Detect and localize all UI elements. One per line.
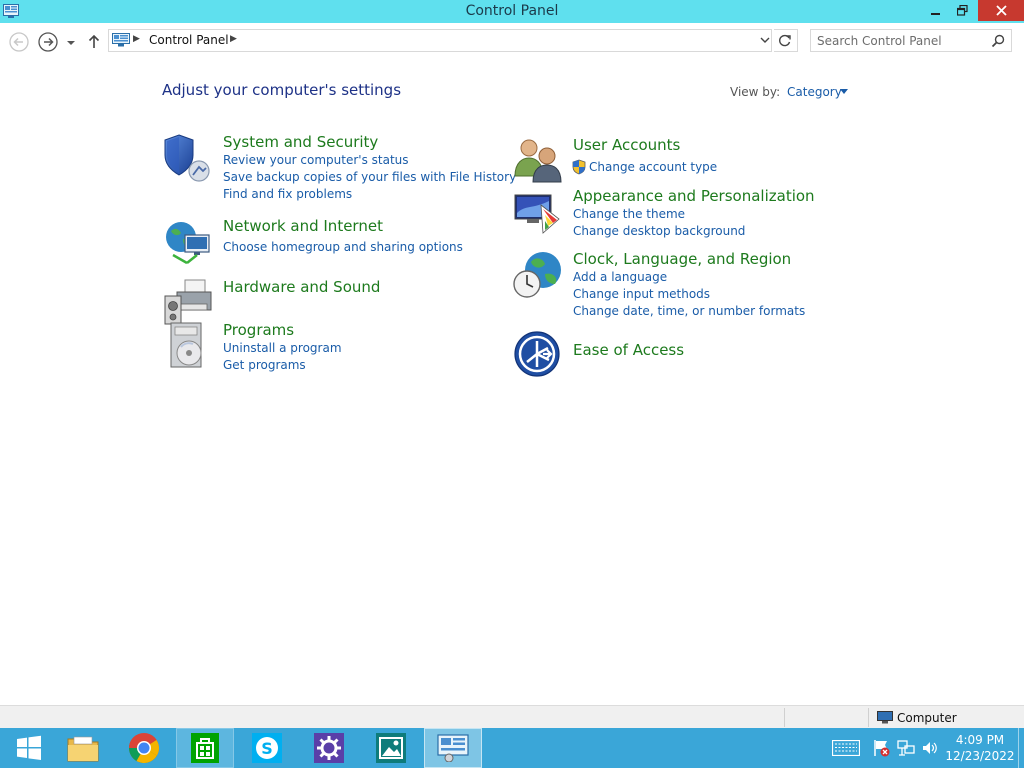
clock-date: 12/23/2022 — [945, 749, 1015, 763]
status-divider — [784, 708, 785, 727]
refresh-button[interactable] — [774, 29, 798, 52]
file-explorer-icon — [67, 736, 99, 762]
search-input[interactable] — [817, 33, 987, 49]
view-by-label: View by: — [730, 85, 781, 99]
clock-time: 4:09 PM — [955, 733, 1005, 747]
close-button[interactable] — [978, 0, 1024, 21]
category-network-and-internet: Network and Internet Choose homegroup an… — [163, 217, 493, 267]
monitor-palette-icon — [514, 194, 560, 234]
category-title[interactable]: Programs — [223, 321, 294, 339]
status-location-label: Computer — [897, 711, 957, 725]
store-icon — [191, 733, 219, 763]
taskbar-skype[interactable]: S — [238, 728, 296, 768]
navigation-bar: ▶ Control Panel ▶ — [0, 23, 1024, 59]
title-bar[interactable]: Control Panel — [0, 0, 1024, 23]
category-title[interactable]: Hardware and Sound — [223, 278, 380, 296]
link-review-status[interactable]: Review your computer's status — [223, 153, 409, 167]
taskbar-clock[interactable]: 4:09 PM 12/23/2022 — [940, 732, 1020, 764]
link-file-history[interactable]: Save backup copies of your files with Fi… — [223, 170, 516, 184]
taskbar-photos[interactable] — [362, 728, 420, 768]
action-center-tray[interactable] — [872, 728, 892, 768]
back-icon[interactable] — [8, 31, 30, 53]
touch-keyboard-button[interactable] — [830, 728, 862, 768]
category-title[interactable]: System and Security — [223, 133, 378, 151]
category-clock-language-region: Clock, Language, and Region Add a langua… — [513, 250, 843, 325]
recent-locations-chevron-icon[interactable] — [64, 31, 78, 53]
action-center-flag-icon — [874, 740, 890, 757]
link-change-desktop-background[interactable]: Change desktop background — [573, 224, 745, 238]
link-find-fix-problems[interactable]: Find and fix problems — [223, 187, 352, 201]
taskbar-file-explorer[interactable] — [54, 728, 112, 768]
control-panel-breadcrumb-icon — [112, 33, 130, 47]
users-icon — [514, 139, 562, 183]
network-tray-icon — [897, 740, 915, 756]
start-icon — [17, 735, 41, 760]
link-add-language[interactable]: Add a language — [573, 270, 667, 284]
view-by-dropdown[interactable]: Category — [787, 85, 842, 99]
refresh-icon — [779, 34, 791, 47]
close-icon — [995, 5, 1007, 16]
category-appearance-personalization: Appearance and Personalization Change th… — [513, 187, 843, 242]
link-change-date-time-formats[interactable]: Change date, time, or number formats — [573, 304, 805, 318]
keyboard-icon — [832, 740, 860, 756]
computer-icon — [877, 711, 893, 724]
clock-globe-icon — [513, 252, 561, 298]
category-title[interactable]: Ease of Access — [573, 341, 684, 359]
taskbar-chrome[interactable] — [115, 728, 173, 768]
ease-of-access-icon — [514, 331, 560, 377]
control-panel-icon — [437, 734, 469, 762]
link-change-theme[interactable]: Change the theme — [573, 207, 685, 221]
status-divider — [868, 708, 869, 727]
start-button[interactable] — [0, 728, 58, 768]
taskbar-control-panel[interactable] — [424, 728, 482, 768]
network-tray[interactable] — [896, 728, 916, 768]
minimize-icon — [931, 12, 940, 15]
category-programs: Programs Uninstall a program Get program… — [163, 321, 493, 372]
speaker-icon — [923, 742, 937, 754]
restore-button[interactable] — [946, 0, 978, 21]
taskbar-store[interactable] — [176, 728, 234, 768]
show-desktop-button[interactable] — [1018, 728, 1024, 768]
link-get-programs[interactable]: Get programs — [223, 358, 306, 372]
view-by-caret-icon[interactable] — [840, 89, 848, 94]
settings-app-icon — [314, 733, 344, 763]
photos-icon — [376, 733, 406, 763]
window-title: Control Panel — [465, 3, 559, 19]
category-title[interactable]: User Accounts — [573, 136, 680, 154]
breadcrumb-separator-icon[interactable]: ▶ — [133, 34, 140, 44]
category-title[interactable]: Appearance and Personalization — [573, 187, 815, 205]
status-bar: Computer — [0, 705, 1024, 728]
category-user-accounts: User Accounts Change account type — [513, 136, 843, 186]
up-arrow-icon[interactable] — [85, 31, 103, 53]
category-title[interactable]: Clock, Language, and Region — [573, 250, 791, 268]
address-dropdown-icon[interactable] — [759, 32, 771, 49]
link-uninstall-program[interactable]: Uninstall a program — [223, 341, 342, 355]
category-ease-of-access: Ease of Access — [513, 330, 843, 380]
taskbar: S 4:09 PM 12/23/2022 — [0, 728, 1024, 768]
restore-icon — [956, 5, 968, 16]
programs-disc-icon — [170, 322, 202, 368]
search-icon[interactable] — [991, 34, 1005, 48]
forward-icon[interactable] — [37, 31, 59, 53]
link-change-account-type[interactable]: Change account type — [589, 160, 717, 174]
skype-icon: S — [252, 733, 282, 763]
svg-text:S: S — [261, 739, 273, 758]
link-change-input-methods[interactable]: Change input methods — [573, 287, 710, 301]
network-globe-icon — [166, 222, 210, 265]
page-heading: Adjust your computer's settings — [162, 81, 402, 99]
search-box[interactable] — [810, 29, 1012, 52]
chrome-icon — [129, 733, 160, 764]
breadcrumb-control-panel[interactable]: Control Panel — [149, 33, 229, 47]
breadcrumb-separator-icon[interactable]: ▶ — [230, 34, 237, 44]
category-hardware-and-sound: Hardware and Sound — [163, 278, 493, 325]
volume-tray[interactable] — [920, 728, 940, 768]
shield-icon — [164, 134, 210, 182]
link-homegroup-sharing[interactable]: Choose homegroup and sharing options — [223, 240, 463, 254]
category-system-and-security: System and Security Review your computer… — [163, 133, 516, 208]
uac-shield-icon — [572, 159, 586, 175]
taskbar-settings[interactable] — [300, 728, 358, 768]
category-title[interactable]: Network and Internet — [223, 217, 383, 235]
address-bar[interactable]: ▶ Control Panel ▶ — [108, 29, 772, 52]
